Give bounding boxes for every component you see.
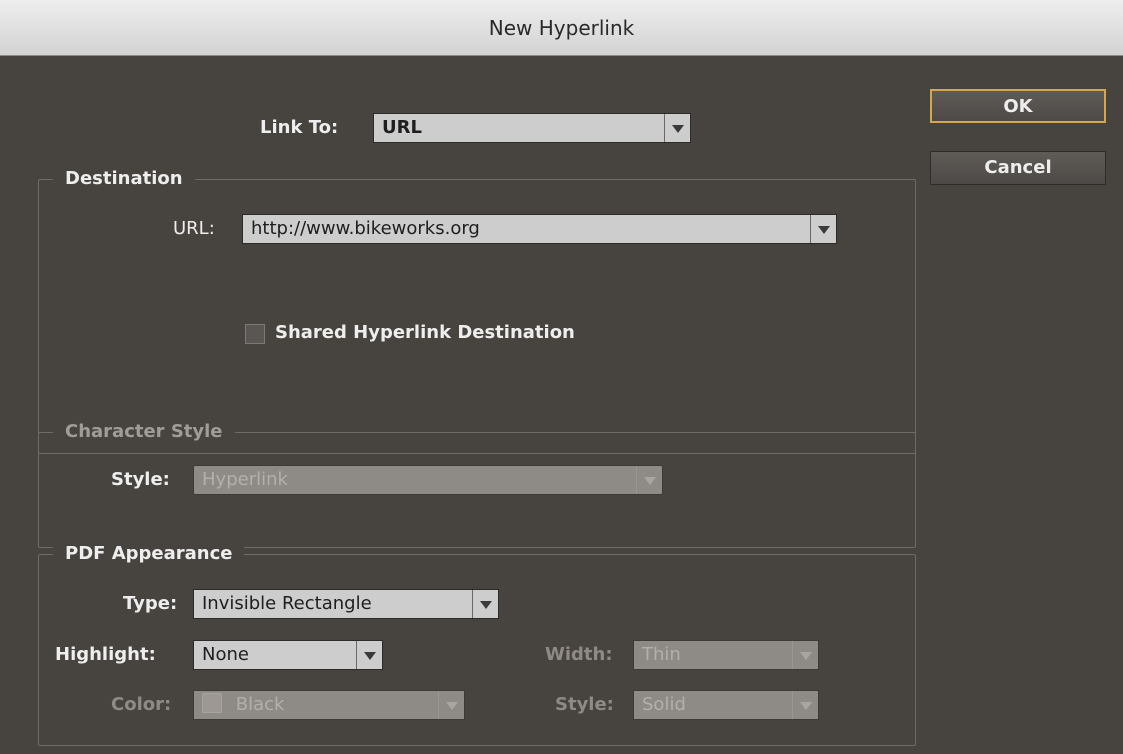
width-value: Thin (642, 644, 681, 665)
chevron-down-icon (636, 466, 662, 494)
url-label-text: URL: (173, 218, 215, 239)
width-label: Width: (545, 644, 613, 665)
pdf-style-dropdown: Solid (633, 690, 819, 720)
type-label: Type: (123, 593, 178, 614)
type-value: Invisible Rectangle (202, 593, 372, 614)
dialog-title-bar: New Hyperlink (0, 0, 1123, 56)
new-hyperlink-dialog: Link To: URL OK Cancel Destination URL: … (0, 57, 1123, 754)
shared-destination-checkbox[interactable] (245, 324, 265, 344)
chevron-down-icon (356, 641, 382, 669)
pdf-style-label: Style: (555, 694, 614, 715)
pdf-appearance-legend: PDF Appearance (53, 541, 245, 567)
type-dropdown[interactable]: Invisible Rectangle (193, 589, 499, 619)
chevron-down-icon (664, 114, 690, 142)
chevron-down-icon (438, 691, 464, 719)
dialog-title: New Hyperlink (488, 16, 635, 40)
pdf-appearance-group: PDF Appearance Type: Invisible Rectangle… (38, 541, 916, 746)
url-value: http://www.bikeworks.org (251, 218, 480, 239)
pdf-style-value: Solid (642, 694, 686, 715)
character-style-legend: Character Style (53, 419, 235, 445)
destination-group: Destination URL: http://www.bikeworks.or… (38, 166, 916, 454)
color-label: Color: (111, 694, 172, 715)
link-to-value: URL (382, 117, 422, 138)
highlight-value: None (202, 644, 249, 665)
color-swatch (202, 693, 222, 713)
highlight-label: Highlight: (55, 644, 156, 665)
width-dropdown: Thin (633, 640, 819, 670)
character-style-value: Hyperlink (202, 469, 288, 490)
color-value: Black (235, 694, 285, 715)
shared-destination-label: Shared Hyperlink Destination (275, 322, 575, 343)
cancel-button[interactable]: Cancel (930, 151, 1106, 185)
character-style-label: Style: (111, 469, 170, 490)
chevron-down-icon (810, 215, 836, 243)
color-dropdown: Black (193, 690, 465, 720)
destination-legend: Destination (53, 166, 195, 192)
character-style-dropdown: Hyperlink (193, 465, 663, 495)
highlight-dropdown[interactable]: None (193, 640, 383, 670)
url-label: URL: (173, 217, 215, 241)
url-field[interactable]: http://www.bikeworks.org (242, 214, 837, 244)
link-to-dropdown[interactable]: URL (373, 113, 691, 143)
chevron-down-icon (792, 691, 818, 719)
ok-button[interactable]: OK (930, 89, 1106, 123)
chevron-down-icon (792, 641, 818, 669)
chevron-down-icon (472, 590, 498, 618)
character-style-group: Character Style Style: Hyperlink (38, 419, 916, 548)
link-to-label: Link To: (260, 117, 339, 138)
